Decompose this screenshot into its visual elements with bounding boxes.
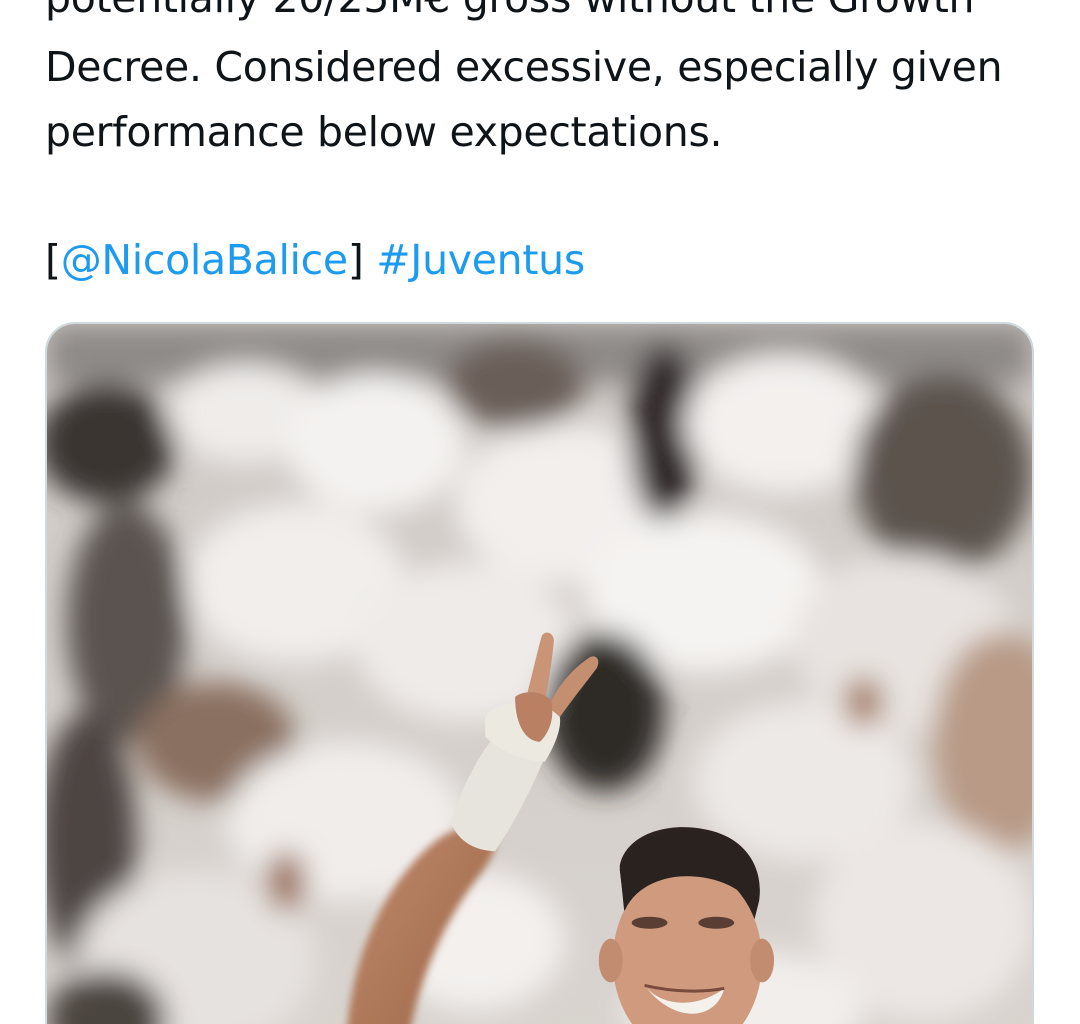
bracket-open: [ [45,236,61,284]
tweet-text-line: performance below expectations. [45,108,723,156]
tweet-tags: [@NicolaBalice] #Juventus [45,228,585,292]
tweet-card: potentially 20/25M€ gross without the Gr… [0,0,1080,1024]
tweet-media-photo[interactable] [45,322,1034,1024]
tweet-text-line-partial: potentially 20/25M€ gross without the Gr… [45,0,1035,30]
mention-link[interactable]: @NicolaBalice [61,236,348,284]
photo-icon [47,324,1032,1024]
tweet-text-line: Decree. Considered excessive, especially… [45,43,1003,91]
hashtag-link[interactable]: #Juventus [376,236,585,284]
bracket-close: ] [347,236,364,284]
